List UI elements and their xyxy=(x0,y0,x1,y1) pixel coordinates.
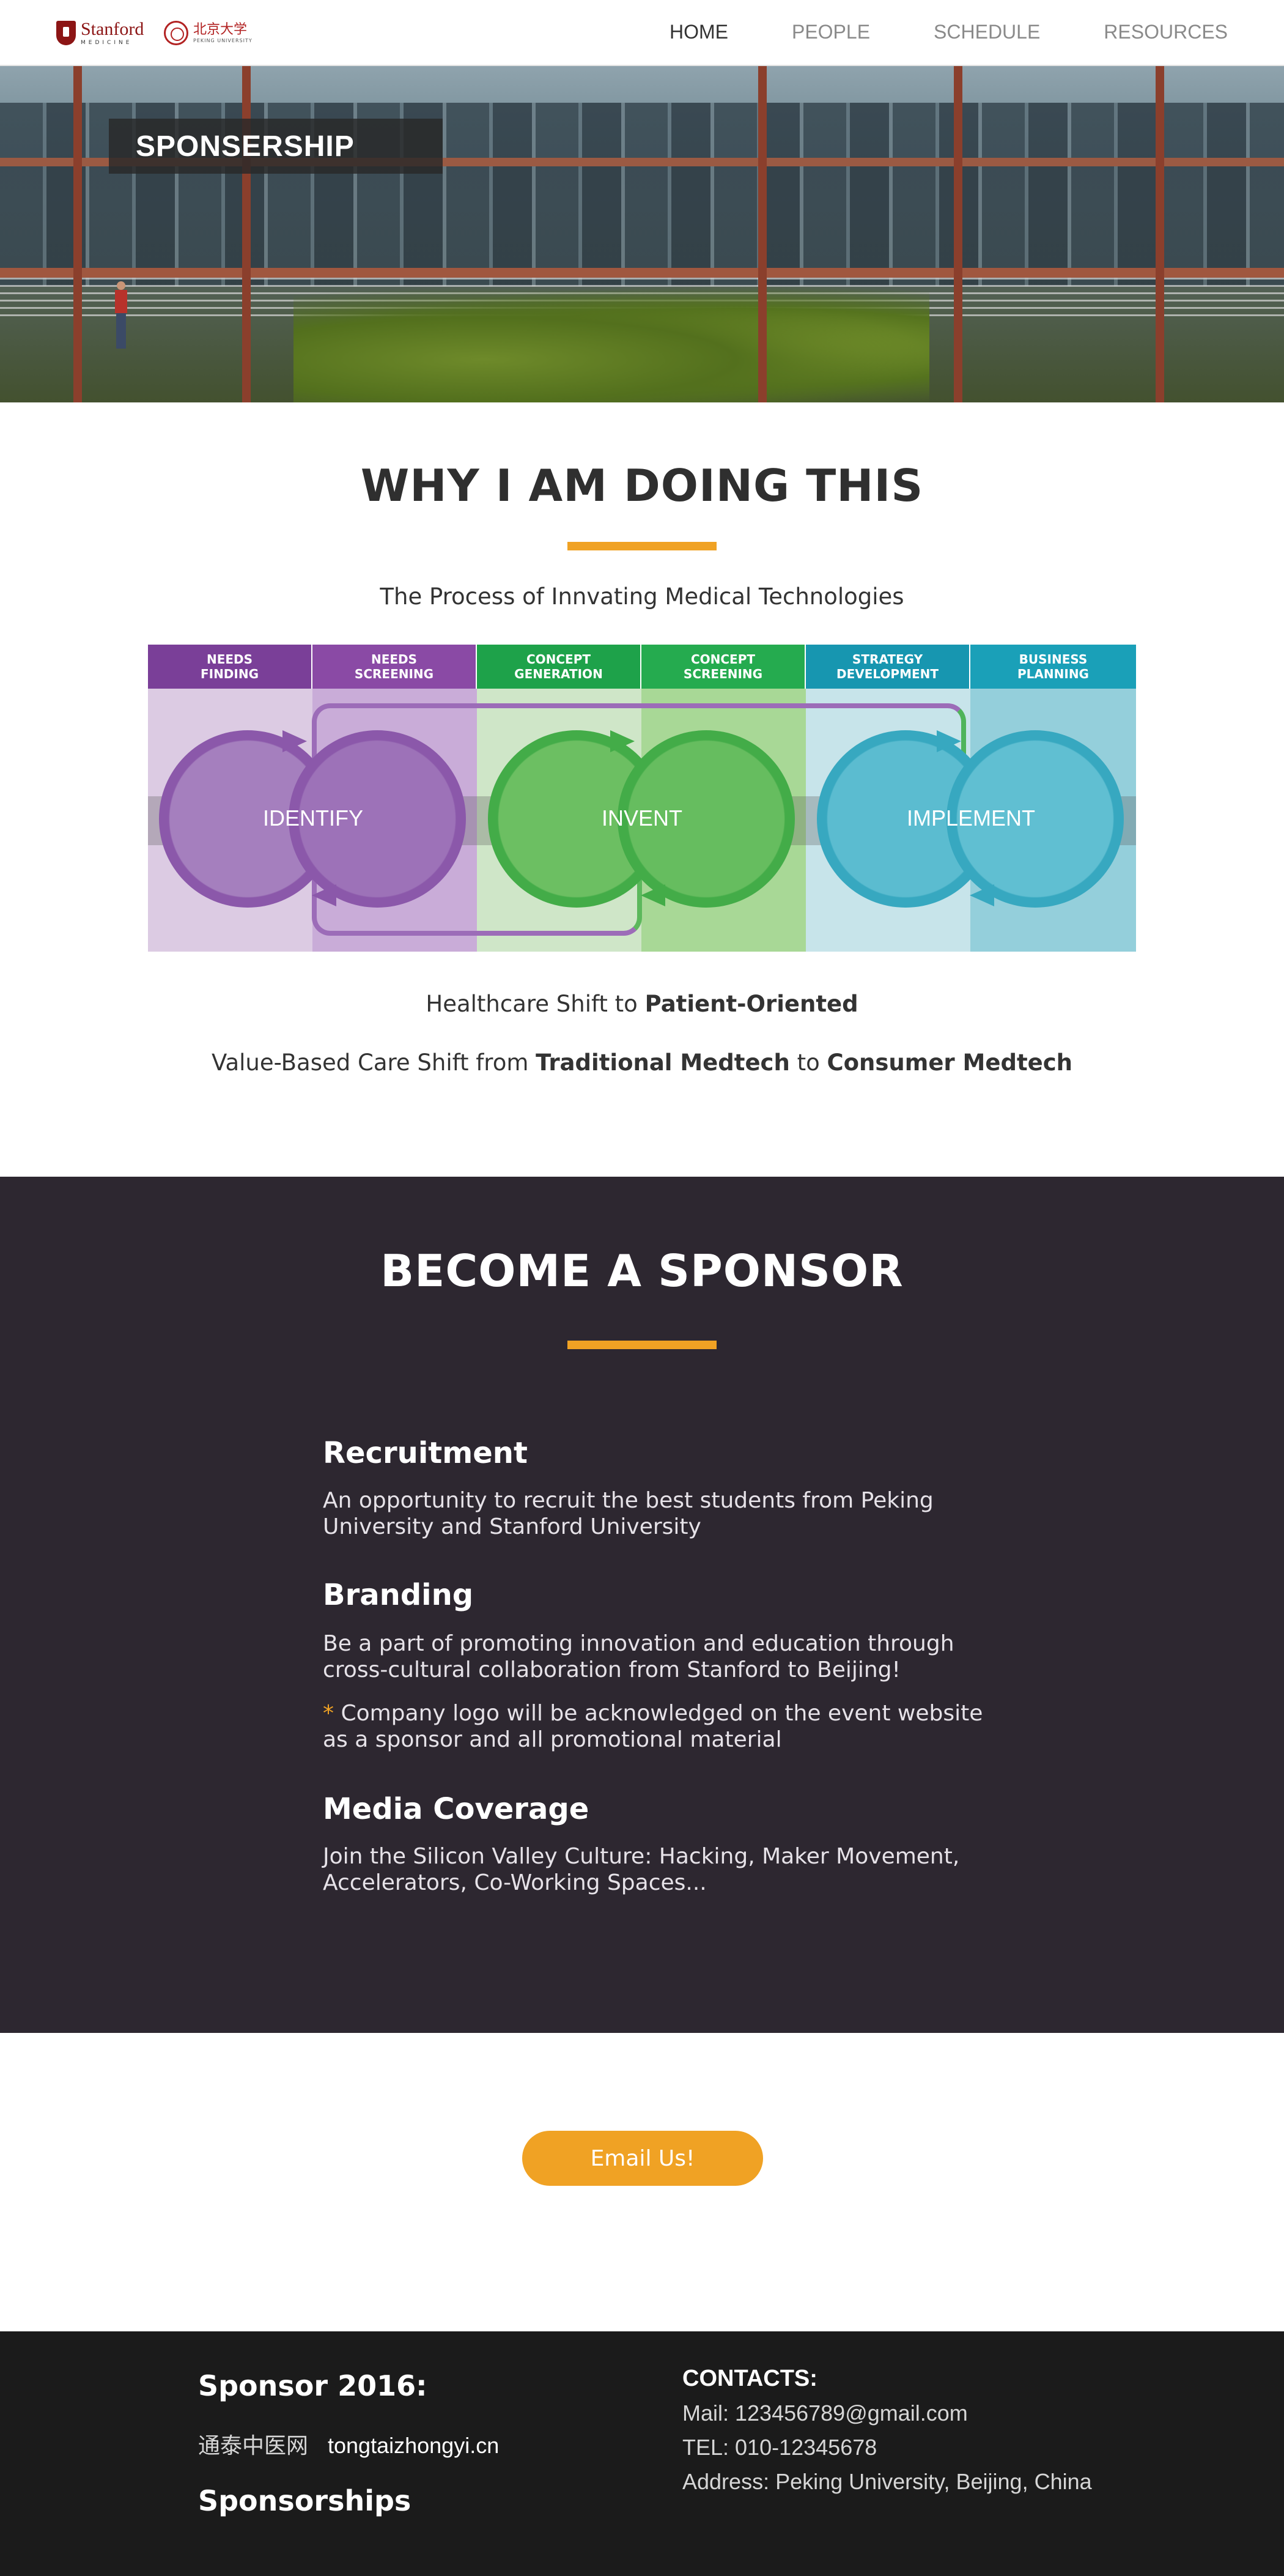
benefit-branding: Branding Be a part of promoting innovati… xyxy=(323,1578,1008,1753)
arrow-head-icon xyxy=(937,730,961,752)
why-title-underline xyxy=(567,542,717,550)
hero-banner-image: SPONSERSHIP xyxy=(0,66,1284,402)
arrow-head-icon xyxy=(312,884,336,906)
hdr-needs-finding: NEEDS FINDING xyxy=(148,645,312,689)
shift2-bold-consumer: Consumer Medtech xyxy=(827,1049,1072,1076)
value-based-shift-text: Value-Based Care Shift from Traditional … xyxy=(0,1049,1284,1076)
note-text: Company logo will be acknowledged on the… xyxy=(323,1701,983,1752)
hero-title: SPONSERSHIP xyxy=(136,130,355,163)
benefit-title: Branding xyxy=(323,1578,474,1612)
nav-home[interactable]: HOME xyxy=(670,18,728,46)
stanford-medicine-logo[interactable]: Stanford MEDICINE xyxy=(56,18,144,48)
footer-sponsor-site[interactable]: tongtaizhongyi.cn xyxy=(328,2433,499,2458)
hdr-needs-screening: NEEDS SCREENING xyxy=(312,645,477,689)
contact-mail[interactable]: Mail: 123456789@gmail.com xyxy=(682,2400,1092,2426)
footer-sponsor-line: 通泰中医网 tongtaizhongyi.cn xyxy=(198,2428,518,2460)
shift1-bold: Patient-Oriented xyxy=(644,991,858,1017)
arrow-head-icon xyxy=(970,884,994,906)
stanford-logo-sub: MEDICINE xyxy=(81,40,133,46)
nav-resources[interactable]: RESOURCES xyxy=(1104,18,1228,46)
footer-contacts: CONTACTS: Mail: 123456789@gmail.com TEL:… xyxy=(682,2366,1092,2495)
benefit-note: * Company logo will be acknowledged on t… xyxy=(323,1700,1008,1753)
sponsor-title-underline xyxy=(567,1341,717,1349)
footer-sponsor-title: Sponsor 2016: xyxy=(198,2369,427,2402)
benefit-media-coverage: Media Coverage Join the Silicon Valley C… xyxy=(323,1792,1008,1896)
pku-logo-name: 北京大学 xyxy=(193,21,248,37)
person-figure xyxy=(114,281,128,349)
arrow-head-icon xyxy=(282,730,307,752)
stage-implement: IMPLEMENT xyxy=(906,805,1036,831)
arrow-head-icon xyxy=(610,730,635,752)
arrow-head-icon xyxy=(641,884,665,906)
stanford-shield-icon xyxy=(56,21,76,45)
benefit-text: Be a part of promoting innovation and ed… xyxy=(323,1631,954,1682)
shift2-bold-traditional: Traditional Medtech xyxy=(536,1049,790,1076)
footer-sponsorships[interactable]: Sponsorships xyxy=(198,2484,518,2517)
shift2-prefix: Value-Based Care Shift from xyxy=(212,1049,536,1076)
why-title: WHY I AM DOING THIS xyxy=(360,460,924,511)
nav-people[interactable]: PEOPLE xyxy=(792,18,870,46)
hdr-strategy-development: STRATEGY DEVELOPMENT xyxy=(806,645,970,689)
benefit-text: An opportunity to recruit the best stude… xyxy=(323,1488,934,1539)
shift2-mid: to xyxy=(789,1049,827,1076)
peking-university-logo[interactable]: 北京大学 PEKING UNIVERSITY xyxy=(164,18,253,48)
why-subtitle: The Process of Innvating Medical Technol… xyxy=(380,583,904,610)
hdr-business-planning: BUSINESS PLANNING xyxy=(970,645,1136,689)
stage-invent: INVENT xyxy=(601,805,682,831)
site-footer: Sponsor 2016: 通泰中医网 tongtaizhongyi.cn Spo… xyxy=(0,2331,1284,2576)
healthcare-shift-text: Healthcare Shift to Patient-Oriented xyxy=(0,991,1284,1017)
main-nav: HOME PEOPLE SCHEDULE RESOURCES xyxy=(606,18,1228,46)
process-diagram: NEEDS FINDING NEEDS SCREENING CONCEPT GE… xyxy=(148,645,1136,952)
footer-sponsor-name: 通泰中医网 xyxy=(198,2433,309,2458)
pku-logo-sub: PEKING UNIVERSITY xyxy=(193,37,253,43)
sponsor-section: BECOME A SPONSOR Recruitment An opportun… xyxy=(0,1177,1284,2033)
benefit-text: Join the Silicon Valley Culture: Hacking… xyxy=(323,1844,960,1895)
benefit-recruitment: Recruitment An opportunity to recruit th… xyxy=(323,1436,1008,1540)
email-us-button[interactable]: Email Us! xyxy=(522,2131,763,2186)
stanford-logo-name: Stanford xyxy=(81,19,144,39)
site-header: Stanford MEDICINE 北京大学 PEKING UNIVERSITY… xyxy=(0,0,1284,66)
stage-identify: IDENTIFY xyxy=(262,805,363,831)
sponsor-title: BECOME A SPONSOR xyxy=(380,1245,904,1297)
shift1-prefix: Healthcare Shift to xyxy=(426,991,645,1017)
hdr-concept-screening: CONCEPT SCREENING xyxy=(641,645,806,689)
contact-tel: TEL: 010-12345678 xyxy=(682,2435,877,2460)
hero-label-box: SPONSERSHIP xyxy=(109,119,443,174)
pku-seal-icon xyxy=(164,21,188,45)
footer-sponsor-block: Sponsor 2016: 通泰中医网 tongtaizhongyi.cn Spo… xyxy=(198,2369,518,2517)
contacts-title: CONTACTS: xyxy=(682,2366,817,2391)
nav-schedule[interactable]: SCHEDULE xyxy=(934,18,1040,46)
hdr-concept-generation: CONCEPT GENERATION xyxy=(477,645,641,689)
benefit-title: Recruitment xyxy=(323,1436,528,1470)
contact-address: Address: Peking University, Beijing, Chi… xyxy=(682,2469,1092,2494)
benefit-title: Media Coverage xyxy=(323,1792,589,1826)
note-star: * xyxy=(323,1701,334,1726)
